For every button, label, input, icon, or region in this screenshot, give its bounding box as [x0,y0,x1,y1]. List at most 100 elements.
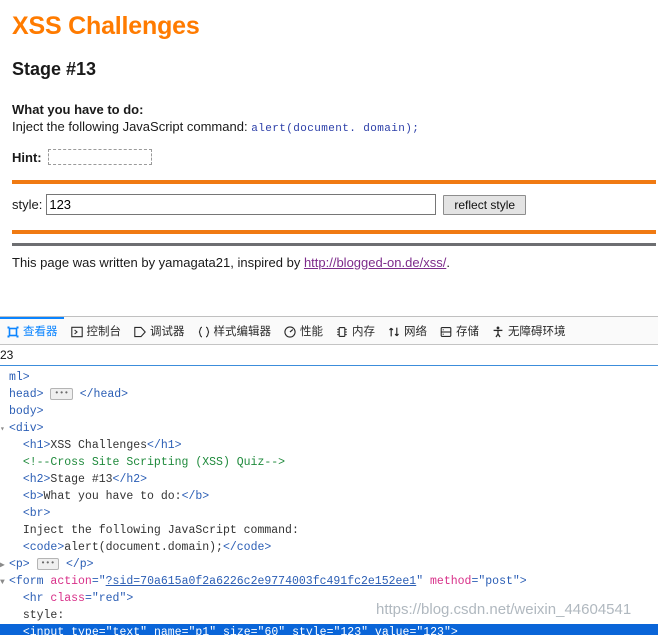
markup-token: <!--Cross Site Scripting (XSS) Quiz--> [22,456,286,469]
markup-token: <h2> [22,473,51,486]
markup-line[interactable]: ▶ <p> ••• </p> [0,556,658,573]
ellipsis-badge-icon[interactable]: ••• [50,388,73,400]
markup-token: 123 [423,626,444,635]
devtools-panel: 查看器 控制台 调试器 样式编辑器 性能 内存 网络 存储 无障碍环境 23 ml> head>… [0,316,658,636]
performance-icon [283,325,297,339]
style-editor-icon [197,325,211,339]
markup-token: =" [326,626,341,635]
collapse-arrow-icon[interactable]: ▾ [0,421,9,438]
markup-line[interactable]: <code>alert(document.domain);</code> [0,539,658,556]
markup-token: =" [409,626,424,635]
markup-line[interactable]: <input type="text" name="p1" size="60" s… [0,624,658,635]
markup-token: What you have to do: [43,490,182,503]
footer-link[interactable]: http://blogged-on.de/xss/ [304,255,446,270]
devtools-search-bar[interactable]: 23 [0,345,658,366]
markup-token: =" [84,592,99,605]
reflect-style-button[interactable]: reflect style [443,194,527,215]
markup-line[interactable]: <br> [0,505,658,522]
markup-line[interactable]: ▾ <div> [0,420,658,437]
devtools-tab-6[interactable]: 网络 [381,317,433,344]
markup-line[interactable]: <!--Cross Site Scripting (XSS) Quiz--> [0,454,658,471]
markup-token: ?sid=70a615a0f2a6226c2e9774003fc491fc2e1… [105,575,417,588]
markup-line[interactable]: style: [0,607,658,624]
markup-token: <form [9,575,51,588]
markup-token: <input [22,626,72,635]
devtools-tab-0[interactable]: 查看器 [0,317,64,344]
devtools-tab-label: 查看器 [23,323,58,338]
divider-orange-top [12,180,656,184]
markup-token: "> [443,626,458,635]
markup-line[interactable]: body> [0,403,658,420]
stage-title: Stage #13 [12,59,97,79]
devtools-tab-3[interactable]: 样式编辑器 [191,317,278,344]
markup-token: " [278,626,293,635]
markup-line[interactable]: ml> [0,369,658,386]
accessibility-icon [491,325,505,339]
markup-line[interactable]: <h2>Stage #13</h2> [0,471,658,488]
devtools-tab-label: 网络 [404,323,427,338]
divider-gray [12,243,656,246]
style-form: style: reflect style [12,194,648,215]
markup-line[interactable]: <b>What you have to do:</b> [0,488,658,505]
markup-token: method [430,575,472,588]
devtools-markup-view[interactable]: ml> head> ••• </head> body> ▾ <div> <h1>XS… [0,366,658,635]
markup-token: post [485,575,513,588]
console-icon [70,325,84,339]
hint-box [47,149,152,165]
markup-token: <code> [22,541,65,554]
markup-token: =" [181,626,196,635]
devtools-tab-5[interactable]: 内存 [329,317,381,344]
markup-token: " [209,626,224,635]
markup-token: <hr [22,592,51,605]
markup-token: </h1> [147,439,182,452]
expand-arrow-icon[interactable]: ▶ [0,557,9,574]
markup-token: </p> [65,558,94,571]
markup-token: =" [91,575,106,588]
devtools-tab-4[interactable]: 性能 [277,317,329,344]
devtools-tab-8[interactable]: 无障碍环境 [485,317,572,344]
markup-line[interactable]: head> ••• </head> [0,386,658,403]
markup-line[interactable]: <h1>XSS Challenges</h1> [0,437,658,454]
style-label: style: [12,197,43,212]
markup-token: <h1> [22,439,51,452]
markup-token: " [361,626,375,635]
memory-icon [335,325,349,339]
markup-token: value [374,626,410,635]
markup-line[interactable]: Inject the following JavaScript command: [0,522,658,539]
ellipsis-badge-icon[interactable]: ••• [36,558,60,570]
devtools-tab-7[interactable]: 存储 [433,317,485,344]
markup-token: <br> [22,507,51,520]
devtools-tab-label: 控制台 [86,323,122,338]
markup-token: red [98,592,120,605]
markup-token: </code> [222,541,272,554]
style-input[interactable] [46,194,437,215]
task-description: Inject the following JavaScript command:… [12,119,648,135]
markup-token: " [416,575,431,588]
markup-token: 60 [264,626,279,635]
devtools-search-input[interactable]: 23 [0,348,13,362]
web-page-content: XSS Challenges Stage #13 What you have t… [0,0,658,316]
collapse-arrow-icon[interactable]: ▼ [0,574,9,591]
markup-line[interactable]: <hr class="red"> [0,590,658,607]
footer-text: This page was written by yamagata21, ins… [12,255,304,270]
markup-line[interactable]: ▼ <form action="?sid=70a615a0f2a6226c2e97… [0,573,658,590]
markup-token: style: [22,609,65,622]
devtools-tab-1[interactable]: 控制台 [64,317,128,344]
devtools-tab-2[interactable]: 调试器 [127,317,191,344]
